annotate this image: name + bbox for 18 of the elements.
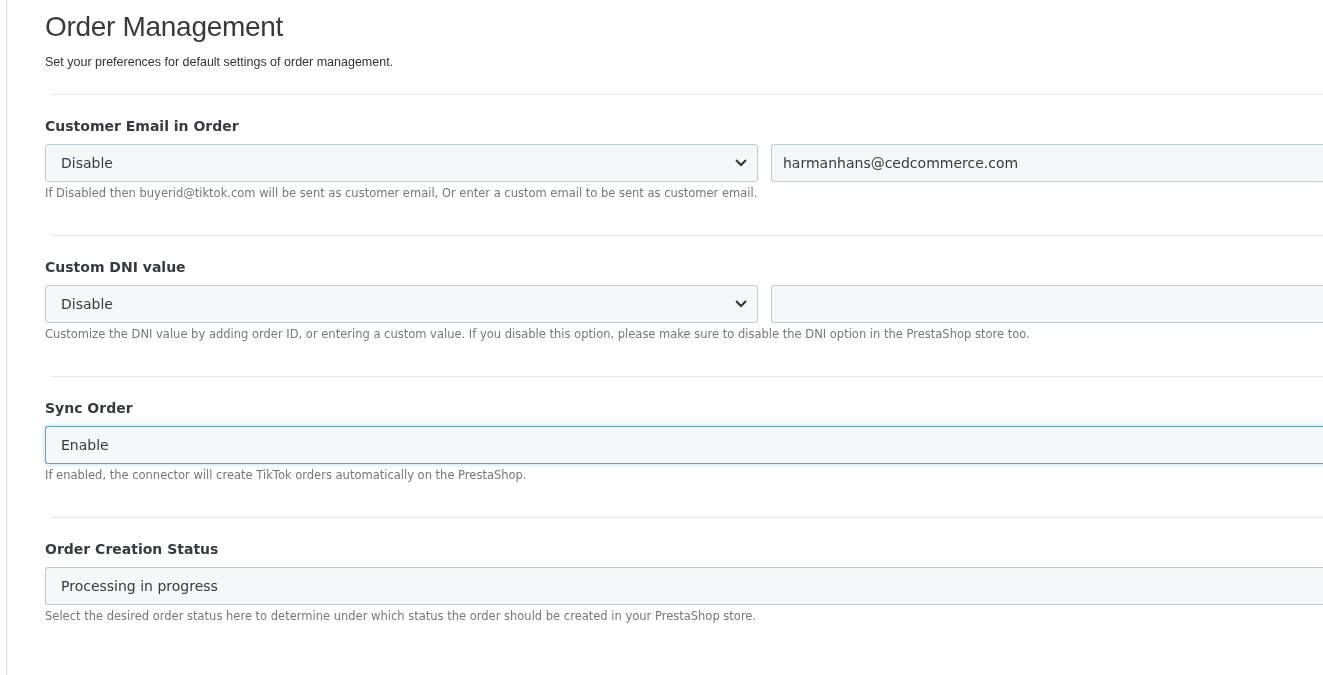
dropdown-field[interactable]: Disable [45, 144, 758, 182]
chevron-down-icon [735, 159, 747, 167]
help-text: Customize the DNI value by adding order ID, or entering a custom value. If you disable this option, please make sure to disable the DNI option in the PrestaShop store too. [45, 326, 1031, 343]
dropdown-field[interactable]: Disable [45, 285, 758, 323]
page-subtitle: Set your preferences for default settings of order management. [45, 54, 395, 70]
setting-label: Sync Order [45, 399, 134, 417]
help-text: If enabled, the connector will create TikTok orders automatically on the PrestaShop. [45, 467, 528, 484]
page-title: Order Management [45, 10, 284, 44]
setting-label: Custom DNI value [45, 258, 187, 276]
input-field[interactable] [771, 285, 1323, 323]
chevron-down-icon [735, 300, 747, 308]
dropdown-field[interactable]: Processing in progress [45, 567, 1323, 605]
setting-label: Order Creation Status [45, 540, 220, 558]
help-text: Select the desired order status here to determine under which status the order should be created in your PrestaShop store. [45, 608, 758, 625]
help-text: If Disabled then buyerid@tiktok.com will be sent as customer email, Or enter a custom email to be sent as customer email. [45, 185, 759, 202]
setting-label: Customer Email in Order [45, 117, 240, 135]
input-field[interactable]: harmanhans@cedcommerce.com [771, 144, 1323, 182]
dropdown-field[interactable]: Enable [45, 426, 1323, 464]
